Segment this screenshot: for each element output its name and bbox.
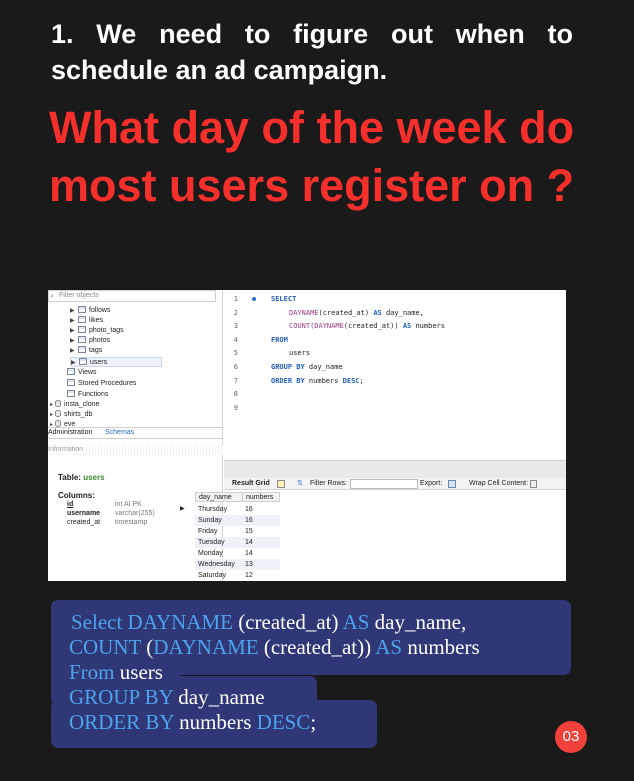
- expand-arrow-icon[interactable]: ▶: [71, 358, 79, 368]
- line-number: 3: [233, 322, 238, 330]
- database-icon: [55, 420, 61, 427]
- tree-item-functions[interactable]: Functions: [67, 390, 108, 400]
- panel-divider[interactable]: [224, 460, 566, 478]
- line-number: 9: [233, 404, 238, 412]
- table-info-label: Table: users: [58, 473, 105, 482]
- table-icon: [78, 326, 86, 333]
- database-icon: [55, 400, 61, 407]
- table-cell[interactable]: 16: [242, 515, 280, 526]
- database-icon: [55, 410, 61, 417]
- column-row: id int AI PK: [67, 501, 142, 508]
- tree-item-tags[interactable]: ▶ tags: [70, 346, 102, 356]
- code-line: COUNT(DAYNAME(created_at)) AS numbers: [289, 322, 445, 330]
- columns-label: Columns:: [58, 491, 95, 500]
- expand-arrow-icon[interactable]: ▶: [70, 326, 78, 336]
- column-row: created_at timestamp: [67, 519, 148, 526]
- wrap-cell-icon[interactable]: [530, 480, 537, 488]
- result-toolbar: Result Grid ⇅ Filter Rows: Export: Wrap …: [224, 478, 566, 490]
- code-line: GROUP BY day_name: [271, 363, 343, 371]
- sql-editor[interactable]: 1 2 3 4 5 6 7 8 9 SELECT DAYNAME(created…: [224, 290, 566, 460]
- expand-arrow-icon[interactable]: ▶: [70, 346, 78, 356]
- table-icon: [78, 316, 86, 323]
- line-number: 1: [233, 295, 238, 303]
- filter-rows-label: Filter Rows:: [310, 480, 347, 487]
- grid-view-icon[interactable]: [277, 480, 285, 488]
- table-cell[interactable]: 16: [242, 504, 280, 515]
- tree-item-photos[interactable]: ▶ photos: [70, 336, 110, 346]
- table-cell[interactable]: Saturday: [195, 570, 243, 581]
- tree-item-follows[interactable]: ▶ follows: [70, 306, 110, 316]
- table-icon: [78, 336, 86, 343]
- tree-item-insta-clone[interactable]: ▸ insta_clone: [50, 400, 99, 410]
- tab-administration[interactable]: Administration: [48, 428, 92, 438]
- table-icon: [78, 346, 86, 353]
- table-cell[interactable]: Thursday: [195, 504, 243, 515]
- tree-item-views[interactable]: Views: [67, 368, 97, 378]
- page-number-badge: 03: [555, 721, 587, 753]
- question-text: 1. We need to figure out when to schedul…: [51, 19, 573, 85]
- tree-item-photo-tags[interactable]: ▶ photo_tags: [70, 326, 124, 336]
- expand-arrow-icon[interactable]: ▶: [70, 306, 78, 316]
- table-cell[interactable]: 14: [242, 537, 280, 548]
- table-cell[interactable]: 13: [242, 559, 280, 570]
- snippet-line: ORDER BY numbers DESC;: [69, 710, 317, 734]
- line-number: 7: [233, 377, 238, 385]
- column-header-numbers[interactable]: numbers: [242, 492, 280, 502]
- table-cell[interactable]: Friday: [195, 526, 243, 537]
- tree-item-likes[interactable]: ▶ likes: [70, 316, 103, 326]
- line-number: 5: [233, 349, 238, 357]
- headline: What day of the week do most users regis…: [49, 102, 575, 211]
- tab-schemas[interactable]: Schemas: [105, 428, 134, 438]
- table-cell[interactable]: Sunday: [195, 515, 243, 526]
- export-icon[interactable]: [448, 480, 456, 488]
- code-line: DAYNAME(created_at) AS day_name,: [289, 309, 424, 317]
- line-number: 6: [233, 363, 238, 371]
- tree-item-shirts-db[interactable]: ▸ shirts_db: [50, 410, 92, 420]
- line-number: 2: [233, 309, 238, 317]
- code-line: users: [289, 349, 311, 357]
- code-snippet: Select DAYNAME (created_at) AS day_name,…: [51, 600, 571, 750]
- refresh-icon[interactable]: ⇅: [297, 478, 303, 490]
- snippet-line: COUNT (DAYNAME (created_at)) AS numbers: [69, 635, 480, 659]
- search-icon: ⌕: [50, 293, 54, 300]
- code-line: ORDER BY numbers DESC;: [271, 377, 364, 385]
- functions-icon: [67, 390, 75, 397]
- line-number: 4: [233, 336, 238, 344]
- line-number: 8: [233, 390, 238, 398]
- views-icon: [67, 368, 75, 375]
- snippet-line: GROUP BY day_name: [69, 685, 265, 709]
- execution-marker-icon: [252, 297, 256, 301]
- expand-arrow-icon[interactable]: ▶: [70, 316, 78, 326]
- result-grid-tab[interactable]: Result Grid: [232, 478, 270, 490]
- tree-item-eve[interactable]: ▸ eve: [50, 420, 75, 427]
- snippet-line: From users: [69, 660, 163, 684]
- column-header-day-name[interactable]: day_name: [195, 492, 243, 502]
- table-cell[interactable]: 15: [242, 526, 280, 537]
- workbench-screenshot: ⌕ Filter objects ▶ follows ▶ likes ▶ photo_…: [48, 290, 566, 581]
- information-header: Information: [48, 445, 223, 455]
- filter-objects-input[interactable]: ⌕ Filter objects: [48, 290, 216, 302]
- table-cell[interactable]: Monday: [195, 548, 243, 559]
- tree-item-users[interactable]: ▶ users: [70, 357, 162, 367]
- table-icon: [79, 358, 87, 365]
- navigator-tabs: Administration Schemas: [48, 427, 223, 439]
- table-cell[interactable]: 14: [242, 548, 280, 559]
- code-line: SELECT: [271, 295, 297, 303]
- table-cell[interactable]: Wednesday: [195, 559, 243, 570]
- snippet-text: Select DAYNAME (created_at) AS day_name,…: [69, 610, 480, 735]
- procedures-icon: [67, 379, 75, 386]
- row-pointer-icon: ▶: [180, 506, 185, 512]
- export-label: Export:: [420, 480, 443, 487]
- wrap-cell-label: Wrap Cell Content:: [469, 480, 529, 487]
- table-icon: [78, 306, 86, 313]
- table-cell[interactable]: Tuesday: [195, 537, 243, 548]
- table-cell[interactable]: 12: [242, 570, 280, 581]
- table-name: users: [83, 473, 105, 482]
- column-row: username varchar(255): [67, 510, 155, 517]
- code-line: FROM: [271, 336, 288, 344]
- filter-rows-input[interactable]: [350, 479, 418, 489]
- tree-item-stored-procedures[interactable]: Stored Procedures: [67, 379, 136, 389]
- expand-arrow-icon[interactable]: ▶: [70, 336, 78, 346]
- snippet-line: Select DAYNAME (created_at) AS day_name,: [71, 610, 467, 634]
